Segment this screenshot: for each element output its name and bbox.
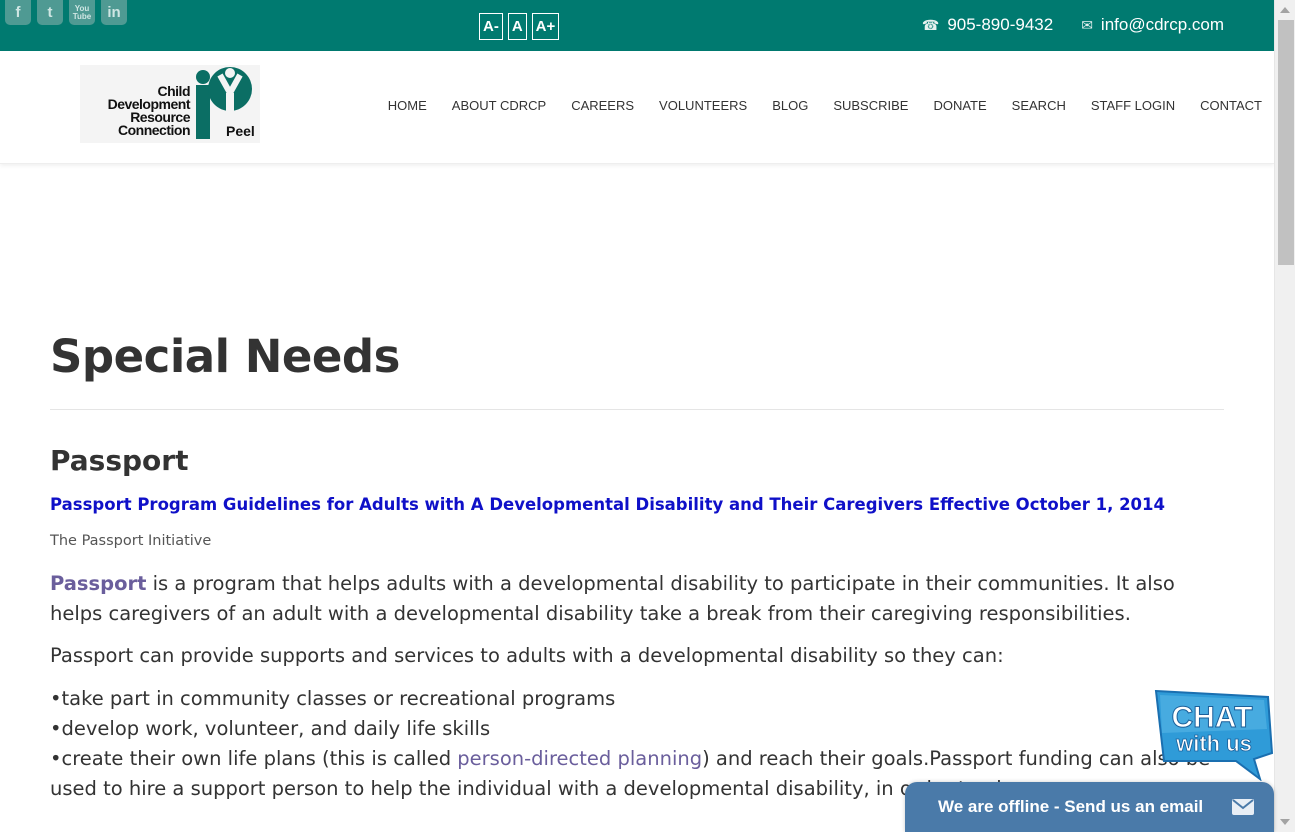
guidelines-link[interactable]: Passport Program Guidelines for Adults w…: [50, 495, 1224, 514]
linkedin-icon[interactable]: in: [101, 0, 127, 25]
site-header: Child Development Resource Connection Pe…: [0, 51, 1274, 164]
facebook-icon[interactable]: f: [5, 0, 31, 25]
email-address[interactable]: info@cdrcp.com: [1101, 15, 1224, 35]
twitter-icon[interactable]: t: [37, 0, 63, 25]
email-item[interactable]: ✉ info@cdrcp.com: [1081, 15, 1224, 35]
nav-search[interactable]: SEARCH: [1012, 98, 1066, 113]
scroll-up-icon[interactable]: [1280, 7, 1290, 13]
initiative-text: The Passport Initiative: [50, 533, 212, 549]
nav-home[interactable]: HOME: [388, 98, 427, 113]
nav-subscribe[interactable]: SUBSCRIBE: [833, 98, 908, 113]
logo-peel: Peel: [226, 123, 255, 139]
youtube-icon[interactable]: You Tube: [69, 0, 95, 25]
top-bar: f t You Tube in A- A A+ ☎ 905-890-9432 ✉…: [0, 0, 1274, 51]
nav-blog[interactable]: BLOG: [772, 98, 808, 113]
passport-link[interactable]: Passport: [50, 572, 146, 595]
nav-contact[interactable]: CONTACT: [1200, 98, 1262, 113]
envelope-icon: [1232, 799, 1254, 815]
phone-item[interactable]: ☎ 905-890-9432: [922, 15, 1053, 35]
scrollbar[interactable]: [1274, 0, 1295, 832]
nav-volunteers[interactable]: VOLUNTEERS: [659, 98, 747, 113]
increase-font-button[interactable]: A+: [531, 13, 560, 40]
list-item: •develop work, volunteer, and daily life…: [50, 717, 491, 740]
nav-donate[interactable]: DONATE: [933, 98, 986, 113]
reset-font-button[interactable]: A: [507, 13, 527, 40]
font-size-controls: A- A A+: [479, 13, 560, 40]
supports-paragraph: Passport can provide supports and servic…: [50, 644, 1004, 667]
social-links: f t You Tube in: [5, 0, 127, 25]
offline-chat-bar[interactable]: We are offline - Send us an email: [905, 782, 1274, 832]
contact-info: ☎ 905-890-9432 ✉ info@cdrcp.com: [894, 15, 1224, 35]
logo-text: Child Development Resource Connection: [82, 84, 191, 138]
chat-badge-line1: CHAT: [1171, 701, 1252, 734]
logo-line: Connection: [118, 122, 191, 138]
intro-text: is a program that helps adults with a de…: [50, 572, 1175, 625]
scroll-down-icon[interactable]: [1280, 819, 1290, 825]
chat-bar-label: We are offline - Send us an email: [938, 797, 1204, 816]
intro-paragraph: Passport is a program that helps adults …: [50, 569, 1224, 629]
nav-about[interactable]: ABOUT CDRCP: [452, 98, 546, 113]
nav-staff-login[interactable]: STAFF LOGIN: [1091, 98, 1175, 113]
logo[interactable]: Child Development Resource Connection Pe…: [80, 65, 260, 143]
phone-number[interactable]: 905-890-9432: [947, 15, 1053, 35]
chat-badge[interactable]: CHAT with us: [1150, 689, 1274, 781]
scrollbar-thumb[interactable]: [1278, 20, 1294, 265]
main-nav: HOME ABOUT CDRCP CAREERS VOLUNTEERS BLOG…: [388, 98, 1262, 113]
section-heading: Passport: [50, 444, 189, 477]
person-directed-planning-link[interactable]: person-directed planning: [457, 747, 702, 770]
list-item-text: •create their own life plans (this is ca…: [50, 747, 458, 770]
main-content: Special Needs Passport Passport Program …: [50, 330, 1224, 804]
list-item: •take part in community classes or recre…: [50, 687, 616, 710]
divider: [50, 409, 1224, 410]
page-title: Special Needs: [50, 330, 400, 383]
phone-icon: ☎: [921, 16, 940, 33]
decrease-font-button[interactable]: A-: [479, 13, 503, 40]
nav-careers[interactable]: CAREERS: [571, 98, 634, 113]
chat-badge-line2: with us: [1175, 731, 1252, 756]
envelope-icon: ✉: [1081, 16, 1093, 33]
